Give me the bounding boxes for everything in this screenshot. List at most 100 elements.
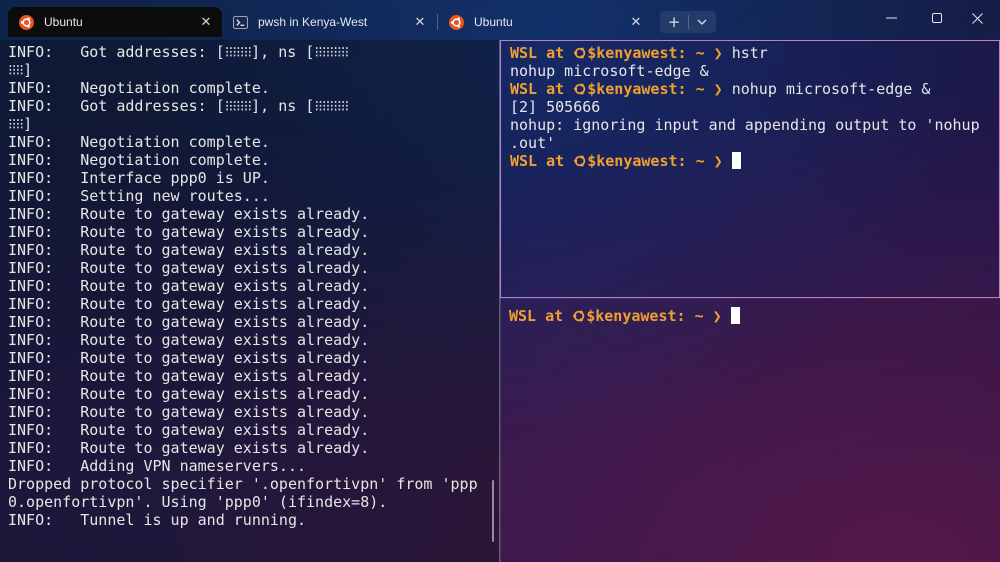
output-line: nohup microsoft-edge & [510,62,709,80]
prompt-at: at [546,152,565,170]
output-line: nohup: ignoring input and appending outp… [510,116,980,134]
prompt-cwd: ~ [694,307,704,325]
powershell-icon [232,14,248,30]
log-text: INFO: Route to gateway exists already. [8,295,370,313]
tab-label: Ubuntu [44,15,83,29]
log-text: INFO: Route to gateway exists already. [8,277,370,295]
log-line: INFO: Interface ppp0 is UP. [8,169,499,187]
log-line: INFO: Setting new routes... [8,187,499,205]
prompt-arrow-icon: ❯ [713,152,723,170]
close-tab-icon[interactable]: ✕ [412,14,428,30]
log-line: INFO: Route to gateway exists already. [8,295,499,313]
log-text: INFO: Tunnel is up and running. [8,511,307,529]
title-bar: Ubuntu ✕ pwsh in Kenya-West ✕ Ubuntu ✕ + [0,0,1000,40]
new-tab-button[interactable]: + [660,11,688,33]
tab-pwsh[interactable]: pwsh in Kenya-West ✕ [222,7,436,37]
tab-ubuntu-active[interactable]: Ubuntu ✕ [8,7,222,37]
ubuntu-glyph-icon [573,152,587,170]
terminal-pane-right-top[interactable]: WSL at $kenyawest: ~ ❯ hstr nohup micros… [500,40,1000,298]
log-text: INFO: Route to gateway exists already. [8,403,370,421]
prompt-sep: : [676,307,686,325]
log-line: ⁝⁝⁝⁝] [8,61,499,79]
close-tab-icon[interactable]: ✕ [628,14,644,30]
log-text: INFO: Route to gateway exists already. [8,385,370,403]
log-line: INFO: Route to gateway exists already. [8,241,499,259]
prompt-line: WSL at $kenyawest: ~ ❯ nohup microsoft-e… [510,80,999,98]
terminal-output: WSL at $kenyawest: ~ ❯ hstr nohup micros… [501,41,999,170]
log-text: INFO: Route to gateway exists already. [8,421,370,439]
prompt-host: $kenyawest [587,152,678,170]
log-text: ] [23,115,33,133]
log-line: INFO: Route to gateway exists already. [8,349,499,367]
log-text: 0.openfortivpn'. Using 'ppp0' (ifindex=8… [8,493,388,511]
minimize-button[interactable] [868,0,914,36]
prompt-host: $kenyawest [587,44,678,62]
text-cursor [731,152,741,169]
log-text: INFO: Negotiation complete. [8,79,270,97]
log-text: INFO: Negotiation complete. [8,133,270,151]
log-text: ] [23,61,33,79]
log-line: INFO: Adding VPN nameservers... [8,457,499,475]
log-text: INFO: Route to gateway exists already. [8,205,370,223]
log-text: INFO: Route to gateway exists already. [8,439,370,457]
prompt-wsl: WSL [510,80,538,98]
prompt-host: $kenyawest [587,80,678,98]
log-line: ⁝⁝⁝⁝] [8,115,499,133]
prompt-cwd: ~ [695,44,705,62]
prompt-sep: : [677,80,687,98]
log-text: INFO: Route to gateway exists already. [8,259,370,277]
prompt-wsl: WSL [510,44,538,62]
log-text: INFO: Route to gateway exists already. [8,331,370,349]
log-text: INFO: Negotiation complete. [8,151,270,169]
terminal-output: WSL at $kenyawest: ~ ❯ [500,299,1000,325]
redacted-address: ⁝⁝⁝⁝⁝⁝⁝⁝⁝ [314,43,349,61]
prompt-wsl: WSL [509,307,537,325]
log-line: INFO: Route to gateway exists already. [8,259,499,277]
log-line: INFO: Route to gateway exists already. [8,367,499,385]
command-text: hstr [731,44,768,62]
ubuntu-glyph-icon [572,307,586,325]
prompt-at: at [546,44,565,62]
tab-label: Ubuntu [474,15,513,29]
tab-ubuntu-2[interactable]: Ubuntu ✕ [438,7,652,37]
log-text: INFO: Route to gateway exists already. [8,367,370,385]
prompt-sep: : [677,152,687,170]
prompt-cwd: ~ [695,80,705,98]
log-line: INFO: Negotiation complete. [8,79,499,97]
log-text: ], ns [ [251,43,315,61]
log-line: INFO: Route to gateway exists already. [8,277,499,295]
log-line: INFO: Tunnel is up and running. [8,511,499,529]
log-text: INFO: Adding VPN nameservers... [8,457,307,475]
prompt-wsl: WSL [510,152,538,170]
ubuntu-glyph-icon [573,44,587,62]
prompt-sep: : [677,44,687,62]
prompt-at: at [545,307,564,325]
redacted-address: ⁝⁝⁝⁝⁝⁝⁝ [224,43,252,61]
log-line: INFO: Route to gateway exists already. [8,313,499,331]
log-line: INFO: Route to gateway exists already. [8,421,499,439]
prompt-line: WSL at $kenyawest: ~ ❯ [510,152,999,170]
log-text: ], ns [ [251,97,315,115]
log-line: INFO: Negotiation complete. [8,133,499,151]
log-line: INFO: Route to gateway exists already. [8,223,499,241]
log-line: 0.openfortivpn'. Using 'ppp0' (ifindex=8… [8,493,499,511]
terminal-pane-left[interactable]: INFO: Got addresses: [⁝⁝⁝⁝⁝⁝⁝], ns [⁝⁝⁝⁝… [0,40,499,562]
scrollbar-thumb[interactable] [492,480,494,542]
log-text: Dropped protocol specifier '.openfortivp… [8,475,478,493]
log-line: INFO: Route to gateway exists already. [8,385,499,403]
terminal-pane-right-bottom[interactable]: WSL at $kenyawest: ~ ❯ [500,299,1000,562]
text-cursor [730,307,740,324]
prompt-line: WSL at $kenyawest: ~ ❯ [509,307,1000,325]
command-text: nohup microsoft-edge & [731,80,931,98]
terminal-output: INFO: Got addresses: [⁝⁝⁝⁝⁝⁝⁝], ns [⁝⁝⁝⁝… [0,40,499,529]
prompt-arrow-icon: ❯ [712,307,722,325]
prompt-arrow-icon: ❯ [713,44,723,62]
chevron-down-icon[interactable] [688,11,716,33]
redacted-address: ⁝⁝⁝⁝⁝⁝⁝⁝⁝ [314,97,349,115]
close-tab-icon[interactable]: ✕ [198,14,214,30]
close-window-button[interactable] [954,0,1000,36]
prompt-line: WSL at $kenyawest: ~ ❯ hstr [510,44,999,62]
log-text: INFO: Setting new routes... [8,187,270,205]
ubuntu-icon [18,14,34,30]
prompt-cwd: ~ [695,152,705,170]
